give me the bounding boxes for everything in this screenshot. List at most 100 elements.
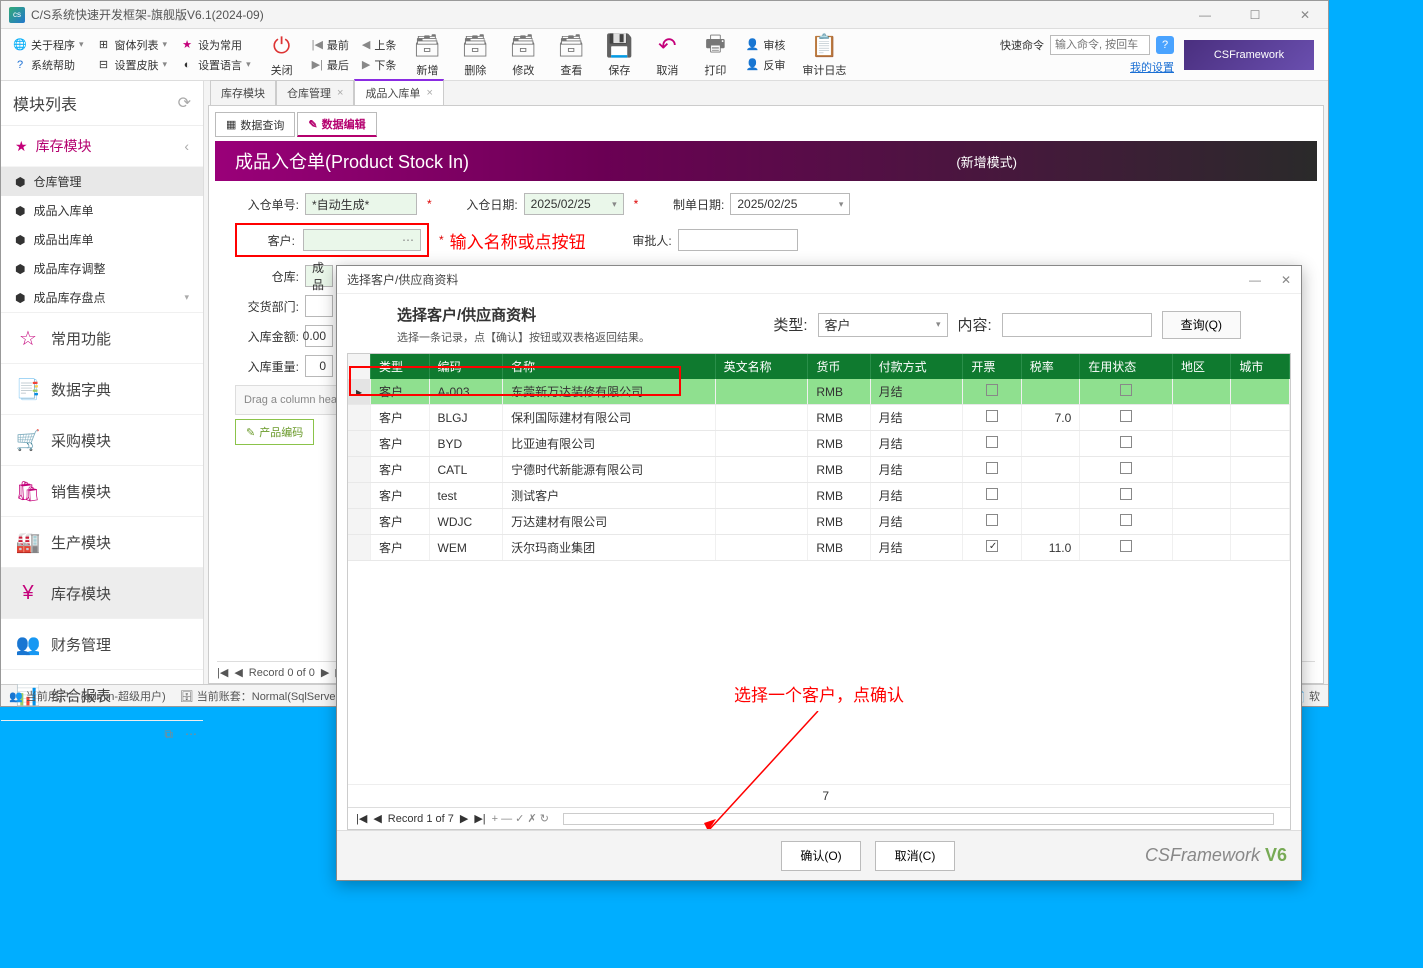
print-button[interactable]: 🖶打印 [691,29,739,80]
wt-input[interactable]: 0 [305,355,333,377]
sidebar-section-production[interactable]: 🏭生产模块 [1,516,203,567]
subtab-query[interactable]: ▦数据查询 [215,112,295,137]
pager-next-icon[interactable]: ▶ [460,812,468,825]
makedate-input[interactable]: 2025/02/25▾ [730,193,850,215]
maximize-button[interactable]: ☐ [1240,8,1270,22]
tab-warehouse[interactable]: 仓库管理× [276,80,354,105]
syshelp-menu[interactable]: ?系统帮助 [13,57,84,73]
stock-input[interactable]: 成品 [305,265,333,287]
log-button[interactable]: 📋审计日志 [792,29,856,80]
setdefault-menu[interactable]: ★设为常用 [180,37,251,53]
cell-invoice [963,379,1021,405]
audit-button[interactable]: 👤审核 [745,37,785,53]
grid-row[interactable]: 客户 WEM 沃尔玛商业集团 RMB 月结 11.0 [348,535,1290,561]
pager-last-icon[interactable]: ▶| [474,812,485,825]
grid-row[interactable]: 客户 BYD 比亚迪有限公司 RMB 月结 [348,431,1290,457]
close-doc-button[interactable]: ⏻关闭 [258,29,306,80]
copy-icon[interactable]: ⧉ [164,727,173,742]
tab-stockmodule[interactable]: 库存模块 [210,80,276,105]
grid-column-header[interactable]: 名称 [503,354,715,379]
subtab-edit[interactable]: ✎数据编辑 [297,112,376,137]
about-menu[interactable]: 🌐关于程序 ▾ [13,37,84,53]
sidebar-group-stock[interactable]: ★库存模块‹ [1,126,203,167]
search-button[interactable]: 查询(Q) [1162,311,1241,339]
quickcmd-help-icon[interactable]: ? [1156,36,1174,54]
cell-payment: 月结 [870,535,963,561]
grid-column-header[interactable]: 税率 [1021,354,1079,379]
cancel-button[interactable]: ↶取消 [643,29,691,80]
dept-input[interactable] [305,295,333,317]
ok-button[interactable]: 确认(O) [781,841,861,871]
sidebar-section-purchase[interactable]: 🛒采购模块 [1,414,203,465]
close-icon[interactable]: × [337,87,343,99]
grid-column-header[interactable]: 英文名称 [715,354,808,379]
sidebar-section-finance[interactable]: 👥财务管理 [1,618,203,669]
pager-prev-icon[interactable]: ◀ [234,666,242,679]
sidebar-section-stock[interactable]: ¥库存模块 [1,567,203,618]
pager-scrollbar[interactable] [563,813,1274,825]
page-hero: 成品入仓单(Product Stock In) (新增模式) [215,141,1317,181]
last-button[interactable]: ▶| 最后 [312,57,349,73]
customer-grid[interactable]: 类型编码名称英文名称货币付款方式开票税率在用状态地区城市 ▸ 客户 A-003 … [347,353,1291,830]
first-button[interactable]: |◀ 最前 [312,37,349,53]
sidebar-item-stockin[interactable]: ⬢成品入库单 [1,196,203,225]
more-icon[interactable]: ⋯ [185,727,197,742]
content-input[interactable] [1002,313,1152,337]
grid-column-header[interactable]: 类型 [371,354,429,379]
pager-next-icon[interactable]: ▶ [321,666,329,679]
pager-text: Record 0 of 0 [249,667,315,679]
grid-column-header[interactable]: 开票 [963,354,1021,379]
sidebar-item-warehouse[interactable]: ⬢仓库管理 [1,167,203,196]
grid-row[interactable]: 客户 CATL 宁德时代新能源有限公司 RMB 月结 [348,457,1290,483]
next-button[interactable]: ▶ 下条 [362,57,396,73]
sidebar-item-count[interactable]: ⬢成品库存盘点▾ [1,283,203,312]
close-button[interactable]: ✕ [1290,8,1320,22]
pager-prev-icon[interactable]: ◀ [373,812,381,825]
grid-column-header[interactable]: 编码 [429,354,503,379]
cell-tax [1021,483,1079,509]
dialog-close-button[interactable]: ✕ [1281,273,1291,287]
mysettings-link[interactable]: 我的设置 [1130,59,1174,75]
tab-stockin[interactable]: 成品入库单× [354,79,443,105]
grid-row[interactable]: ▸ 客户 A-003 东莞新万达装修有限公司 RMB 月结 [348,379,1290,405]
grid-row[interactable]: 客户 BLGJ 保利国际建材有限公司 RMB 月结 7.0 [348,405,1290,431]
cell-payment: 月结 [870,379,963,405]
grid-column-header[interactable]: 城市 [1231,354,1290,379]
minimize-button[interactable]: — [1190,8,1220,22]
indate-input[interactable]: 2025/02/25▾ [524,193,624,215]
cancel-button[interactable]: 取消(C) [875,841,955,871]
quickcmd-input[interactable] [1050,35,1150,55]
dialog-minimize-button[interactable]: — [1249,273,1261,287]
del-button[interactable]: 🗃删除 [451,29,499,80]
docno-input[interactable]: *自动生成* [305,193,417,215]
customer-input[interactable]: ⋯ [303,229,421,251]
sidebar-item-adjust[interactable]: ⬢成品库存调整 [1,254,203,283]
sidebar-section-sales[interactable]: 🛍销售模块 [1,465,203,516]
close-icon[interactable]: × [426,87,432,99]
grid-row[interactable]: 客户 test 测试客户 RMB 月结 [348,483,1290,509]
edit-button[interactable]: 🗃修改 [499,29,547,80]
unaudit-button[interactable]: 👤反审 [745,57,785,73]
winlist-menu[interactable]: ⊞窗体列表 ▾ [97,37,168,53]
grid-column-header[interactable]: 付款方式 [870,354,963,379]
grid-column-header[interactable]: 在用状态 [1080,354,1173,379]
prev-button[interactable]: ◀ 上条 [362,37,396,53]
product-code-button[interactable]: ✎产品编码 [235,419,314,445]
lang-menu[interactable]: ◐设置语言 ▾ [180,57,251,73]
grid-row[interactable]: 客户 WDJC 万达建材有限公司 RMB 月结 [348,509,1290,535]
view-button[interactable]: 🗃查看 [547,29,595,80]
add-button[interactable]: 🗃新增 [403,29,451,80]
cell-area [1172,379,1230,405]
grid-column-header[interactable]: 地区 [1172,354,1230,379]
amt-input[interactable]: 0.00 [305,325,333,347]
grid-column-header[interactable]: 货币 [808,354,870,379]
pager-first-icon[interactable]: |◀ [217,666,228,679]
pager-first-icon[interactable]: |◀ [356,812,367,825]
sidebar-section-common[interactable]: ☆常用功能 [1,312,203,363]
auditor-input[interactable] [678,229,798,251]
sidebar-section-dict[interactable]: 📑数据字典 [1,363,203,414]
save-button[interactable]: 💾保存 [595,29,643,80]
skin-menu[interactable]: ⊟设置皮肤 ▾ [97,57,168,73]
sidebar-item-stockout[interactable]: ⬢成品出库单 [1,225,203,254]
type-select[interactable]: 客户▾ [818,313,948,337]
